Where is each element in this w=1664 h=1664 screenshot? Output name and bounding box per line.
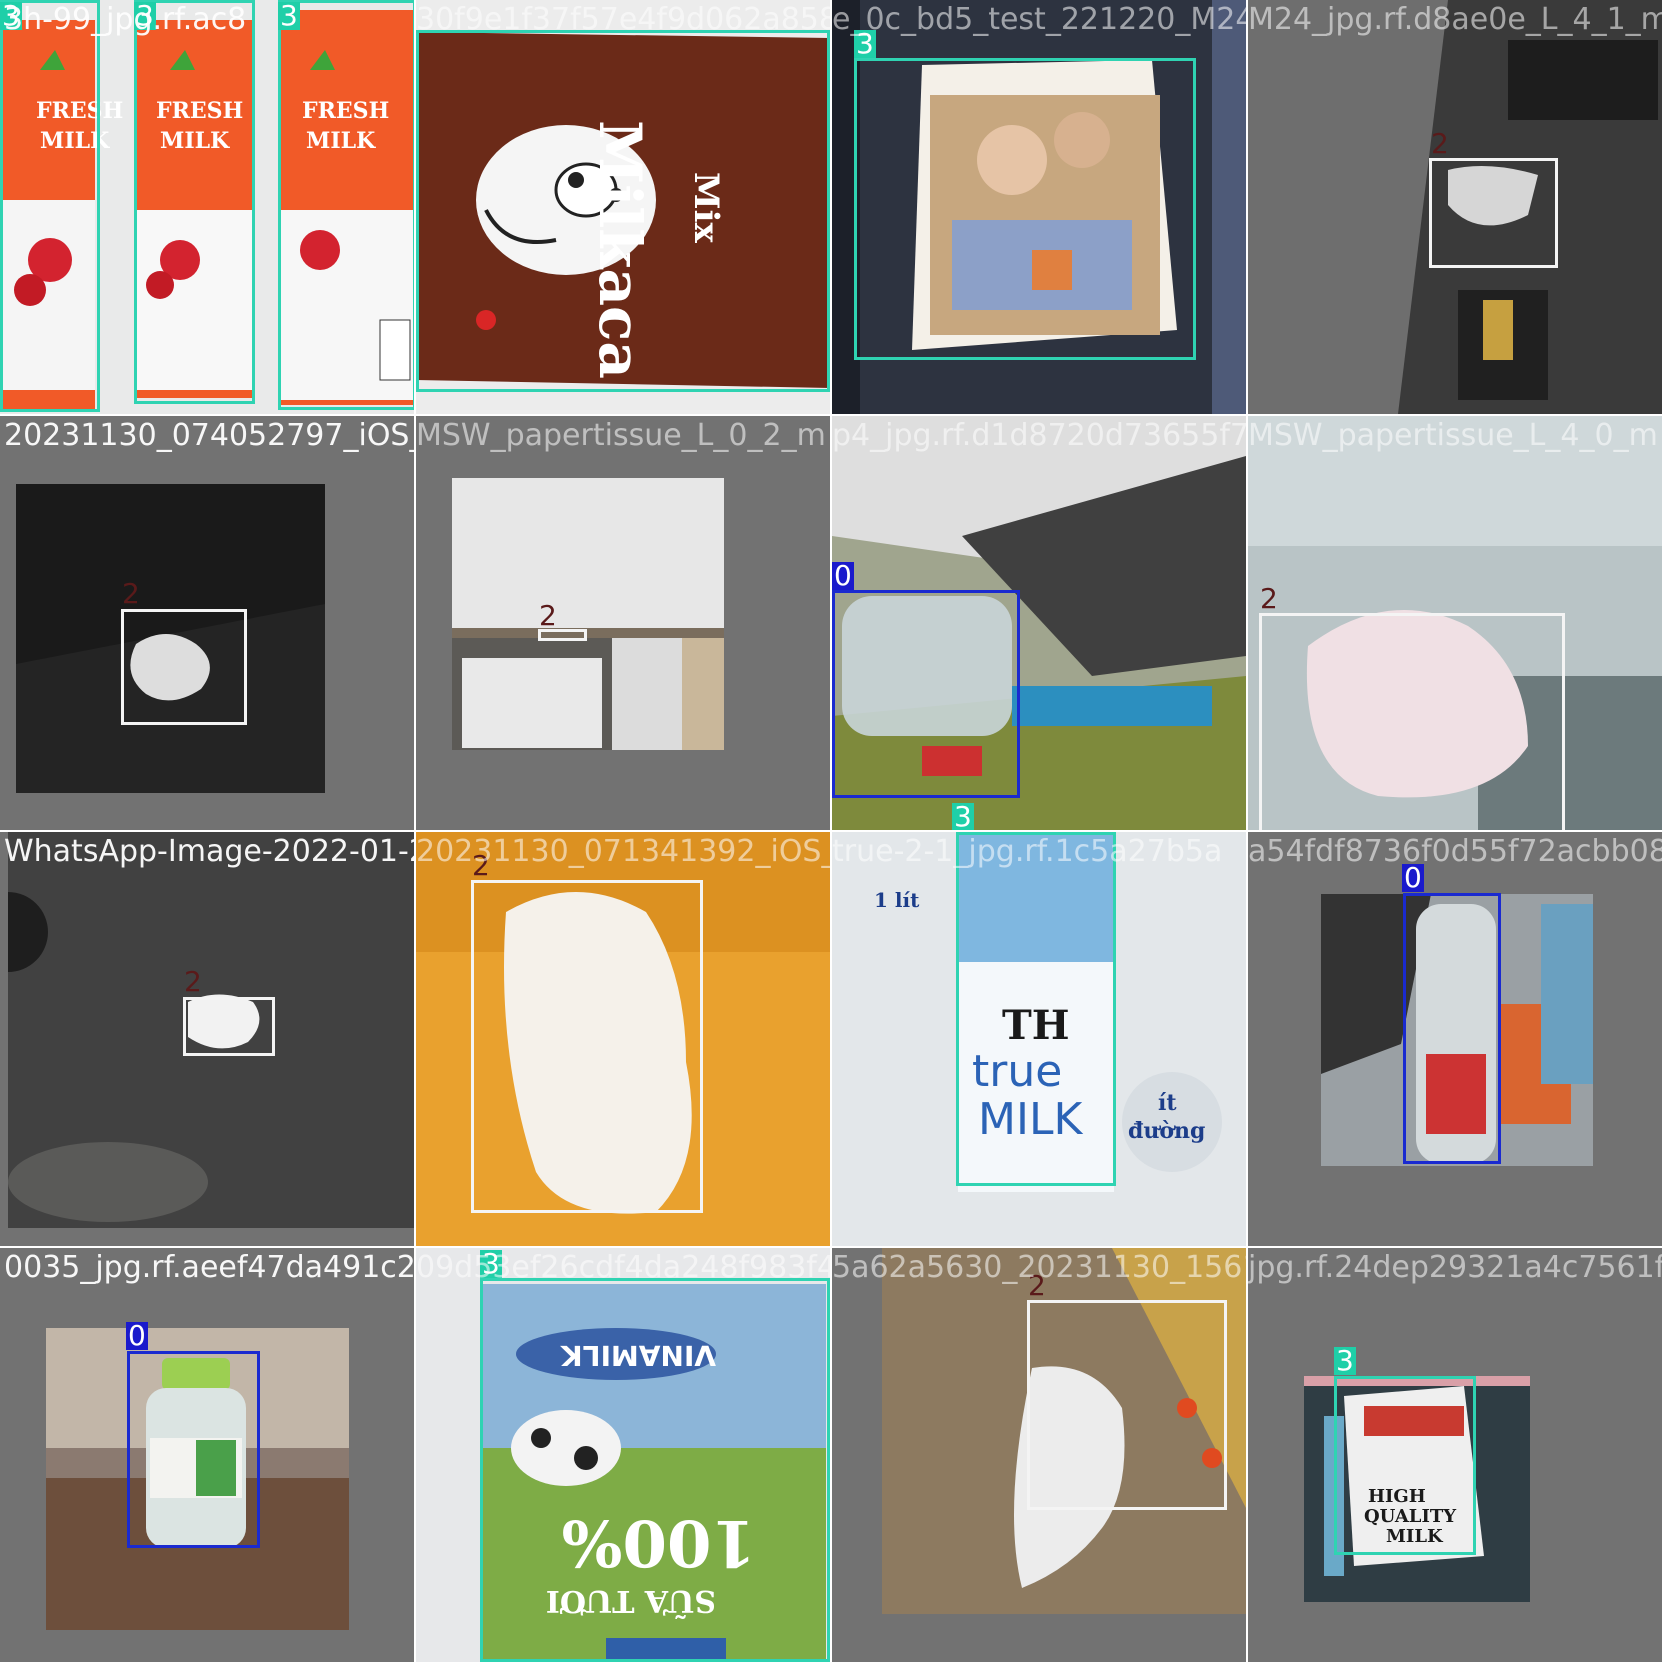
bbox-label: 0 (832, 559, 854, 592)
bbox-class-2 (121, 609, 247, 725)
bbox-class-2 (183, 997, 275, 1056)
tile-r0c0: FRESH MILK FRESH MILK FRESH MILK 3 3 3 3… (0, 0, 414, 414)
bbox-class-3 (0, 0, 100, 412)
bbox-class-0 (127, 1351, 260, 1548)
side-right-text-2: đường (1128, 1118, 1206, 1144)
bbox-label: 0 (126, 1319, 148, 1352)
image-filename: WhatsApp-Image-2022-01-24 (4, 834, 414, 869)
tile-r2c1: 2 20231130_071341392_iOS_jpg (416, 832, 830, 1246)
bbox-label: 2 (1260, 582, 1278, 615)
image-filename: a54fdf8736f0d55f72acbb088 (1248, 834, 1662, 869)
bbox-class-2 (471, 880, 703, 1213)
image-filename: jpg.rf.24dep29321a4c7561f0ff4 (1248, 1250, 1662, 1285)
bbox-class-3 (956, 832, 1116, 1186)
bbox-class-3 (1334, 1376, 1476, 1555)
photo-area (452, 478, 724, 750)
bbox-class-0 (1403, 893, 1501, 1164)
image-filename: 09d53ef26cdf4da248f983f4 (416, 1250, 830, 1285)
bbox-label: 3 (952, 800, 974, 830)
tile-r1c3: 2 MSW_papertissue_L_4_0_m (1248, 416, 1662, 830)
bbox-class-3 (854, 58, 1196, 360)
tile-r0c2: 3 e_0c_bd5_test_221220_M24 (832, 0, 1246, 414)
bbox-label: 2 (1431, 127, 1449, 160)
room-corner-photo (452, 478, 724, 750)
side-label-text: 1 lít (874, 888, 920, 912)
tile-r1c2: 0 3 p4_jpg.rf.d1d8720d73655f72acbb088 (832, 416, 1246, 830)
bbox-label: 3 (278, 0, 300, 32)
bbox-label: 3 (1334, 1344, 1356, 1377)
tile-r1c0: 2 20231130_074052797_iOS_jpg.rf.2dd2a25b… (0, 416, 414, 830)
tile-r3c0: 0 0035_jpg.rf.aeef47da491c200 (0, 1248, 414, 1662)
image-filename: MSW_papertissue_L_0_2_m (416, 418, 826, 453)
image-filename: p4_jpg.rf.d1d8720d73655f72acbb088 (832, 418, 1246, 453)
bbox-class-2 (1027, 1300, 1227, 1510)
bbox-class-3 (134, 0, 255, 404)
bbox-label: 2 (539, 599, 557, 632)
bbox-label: 2 (122, 577, 140, 610)
bbox-class-3 (480, 1278, 830, 1662)
bbox-label: 2 (184, 965, 202, 998)
bbox-class-3 (278, 0, 414, 410)
tile-r3c2: 2 5a62a5630_20231130_156178_iOS_jpg (832, 1248, 1246, 1662)
bbox-class-2 (1429, 158, 1558, 268)
image-filename: 5a62a5630_20231130_156178_iOS_jpg (832, 1250, 1246, 1285)
tile-r3c1: VINAMILK 100% SỮA TƯƠI 3 09d53ef26cdf4da… (416, 1248, 830, 1662)
mosaic-grid: FRESH MILK FRESH MILK FRESH MILK 3 3 3 3… (0, 0, 1664, 1664)
side-right-text: ít (1158, 1090, 1177, 1116)
image-filename: 3h-99_jpg.rf.ac8 (4, 2, 247, 37)
tile-r3c3: HIGH QUALITY MILK 3 jpg.rf.24dep29321a4c… (1248, 1248, 1662, 1662)
image-filename: 0035_jpg.rf.aeef47da491c200 (4, 1250, 414, 1285)
image-filename: true-2-1_jpg.rf.1c5a27b5a (832, 834, 1223, 869)
tile-r2c0: 2 WhatsApp-Image-2022-01-24 (0, 832, 414, 1246)
bbox-class-0 (832, 590, 1020, 798)
image-filename: 20231130_071341392_iOS_jpg (416, 834, 830, 869)
image-filename: 20231130_074052797_iOS_jpg.rf.2dd2a25b8e (4, 418, 414, 453)
tile-r1c1: 2 MSW_papertissue_L_0_2_m (416, 416, 830, 830)
tile-r0c1: Milkaca Mix 30f9e1f37f57e4f9d062a8589aad… (416, 0, 830, 414)
bbox-class-2 (1259, 613, 1565, 830)
image-filename: MSW_papertissue_L_4_0_m (1248, 418, 1658, 453)
tile-r2c2: 1 lít TH true MILK ít đường true-2-1_jpg… (832, 832, 1246, 1246)
bbox-class-3 (416, 30, 830, 392)
image-filename: e_0c_bd5_test_221220_M24 (832, 2, 1246, 37)
image-filename: M24_jpg.rf.d8ae0e_L_4_1_m (1248, 2, 1662, 37)
tile-r2c3: 0 a54fdf8736f0d55f72acbb088 (1248, 832, 1662, 1246)
tile-r0c3: 2 M24_jpg.rf.d8ae0e_L_4_1_m (1248, 0, 1662, 414)
image-filename: 30f9e1f37f57e4f9d062a8589aad5bad16e0158a… (416, 2, 830, 37)
